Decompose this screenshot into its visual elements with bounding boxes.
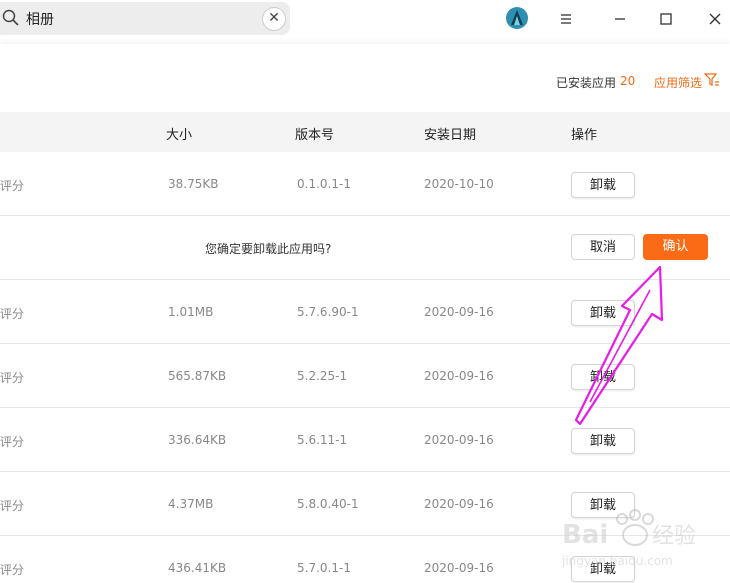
table-header: 大小 版本号 安装日期 操作 [0,112,730,152]
header-install-date: 安装日期 [424,128,477,143]
app-logo-icon [506,7,528,29]
search-icon [2,9,19,26]
size-cell: 565.87KB [168,369,227,383]
svg-text:经验: 经验 [652,524,696,549]
table-row: 评分 565.87KB 5.2.25-1 2020-09-16 卸载 [0,344,730,408]
date-cell: 2020-10-10 [424,177,494,191]
title-bar: 相册 ✕ [0,0,730,40]
table-row: 评分 38.75KB 0.1.0.1-1 2020-10-10 卸载 [0,152,730,216]
cancel-button[interactable]: 取消 [571,234,635,260]
uninstall-button[interactable]: 卸载 [571,364,635,390]
svg-text:Bai: Bai [562,520,608,550]
version-cell: 5.7.6.90-1 [297,305,359,319]
size-cell: 336.64KB [168,433,227,447]
search-input[interactable]: 相册 [26,9,54,29]
watermark-logo: Bai 经验 jingyan.baidu.com [561,509,696,568]
installed-apps-count: 20 [620,74,636,88]
app-filter-button[interactable]: 应用筛选 [654,74,702,91]
search-box[interactable]: 相册 ✕ [0,2,290,35]
date-cell: 2020-09-16 [424,561,494,575]
confirm-button[interactable]: 确认 [643,234,708,260]
close-icon[interactable] [704,8,726,30]
table-row: 评分 336.64KB 5.6.11-1 2020-09-16 卸载 [0,408,730,472]
svg-text:jingyan.baidu.com: jingyan.baidu.com [561,554,673,568]
header-version: 版本号 [295,128,335,143]
version-cell: 5.8.0.40-1 [297,497,359,511]
size-cell: 4.37MB [168,497,214,511]
clear-search-button[interactable]: ✕ [262,7,286,31]
filter-icon[interactable] [704,72,720,88]
uninstall-button[interactable]: 卸载 [571,300,635,326]
header-size: 大小 [166,128,193,143]
table-row: 评分 1.01MB 5.7.6.90-1 2020-09-16 卸载 [0,280,730,344]
size-cell: 1.01MB [168,305,214,319]
rating-text: 评分 [0,563,25,577]
version-cell: 0.1.0.1-1 [297,177,351,191]
uninstall-button[interactable]: 卸载 [571,428,635,454]
size-cell: 436.41KB [168,561,227,575]
date-cell: 2020-09-16 [424,497,494,511]
menu-icon[interactable] [555,8,577,30]
rating-text: 评分 [0,179,25,193]
confirm-uninstall-text: 您确定要卸载此应用吗? [205,242,332,256]
minimize-icon[interactable] [609,8,631,30]
uninstall-button[interactable]: 卸载 [571,172,635,198]
size-cell: 38.75KB [168,177,219,191]
rating-text: 评分 [0,499,25,513]
version-cell: 5.7.0.1-1 [297,561,351,575]
date-cell: 2020-09-16 [424,369,494,383]
confirm-row: 您确定要卸载此应用吗? 取消 确认 [0,216,730,280]
rating-text: 评分 [0,307,25,321]
date-cell: 2020-09-16 [424,433,494,447]
header-action: 操作 [571,128,598,143]
rating-text: 评分 [0,371,25,385]
filter-bar: 已安装应用 20 应用筛选 [0,44,730,112]
rating-text: 评分 [0,435,25,449]
version-cell: 5.2.25-1 [297,369,348,383]
installed-apps-label: 已安装应用 [556,76,617,90]
version-cell: 5.6.11-1 [297,433,348,447]
date-cell: 2020-09-16 [424,305,494,319]
maximize-icon[interactable] [655,8,677,30]
